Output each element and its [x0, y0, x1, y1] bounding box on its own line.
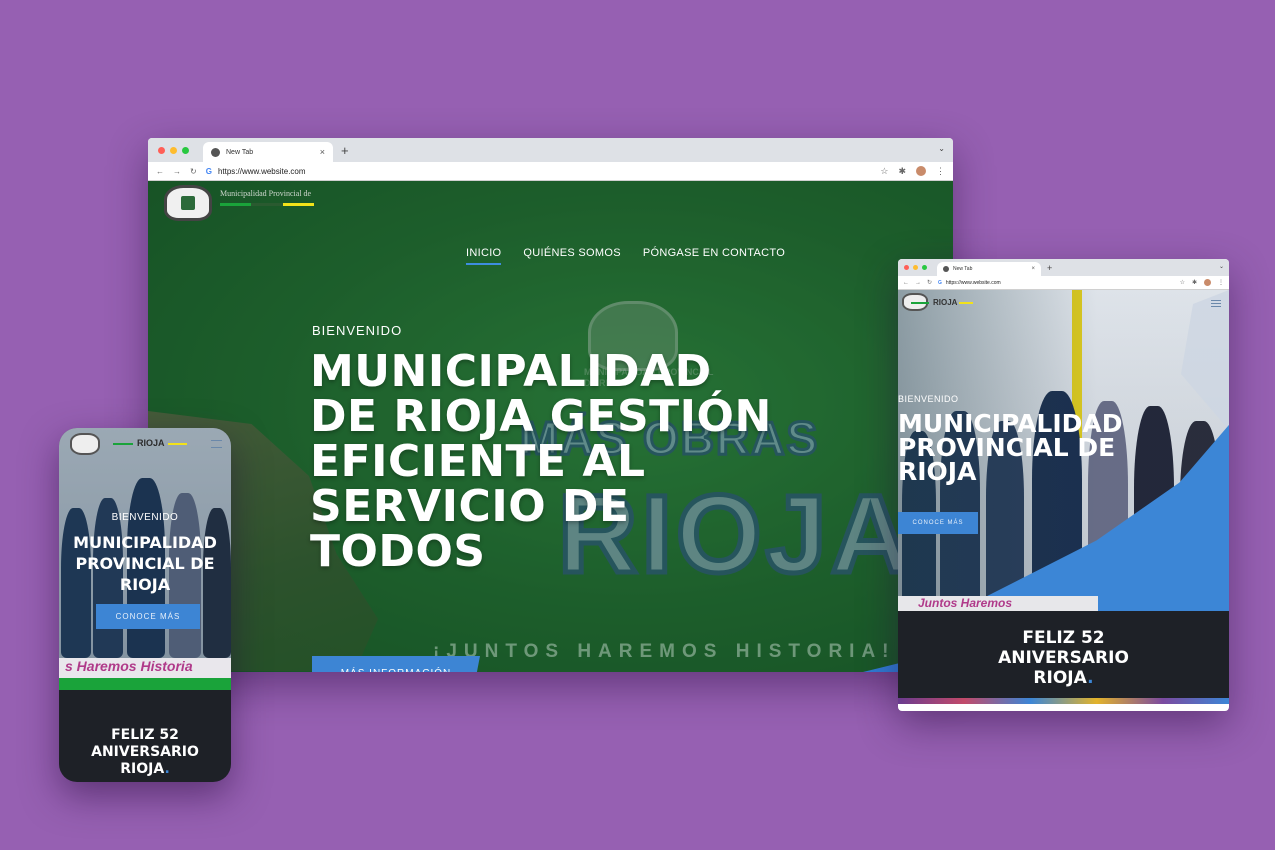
- site-logo[interactable]: [164, 185, 212, 221]
- desktop-browser-window: New Tab × + ⌄ ← → ↻ G https://www.websit…: [148, 138, 953, 672]
- learn-more-button[interactable]: CONOCE MÁS: [898, 512, 978, 534]
- url-field[interactable]: G https://www.website.com: [938, 280, 1001, 286]
- google-icon: G: [938, 279, 942, 286]
- back-arrow-icon[interactable]: ←: [156, 167, 164, 176]
- url-field[interactable]: G https://www.website.com: [206, 167, 306, 176]
- minimize-window-button[interactable]: [170, 146, 177, 154]
- tab-title: New Tab: [953, 266, 973, 272]
- brand-text: RIOJA: [113, 438, 186, 448]
- url-text: https://www.website.com: [945, 279, 1001, 286]
- forward-arrow-icon[interactable]: →: [173, 167, 181, 176]
- logo-text: Municipalidad Provincial de: [220, 189, 312, 198]
- learn-more-button[interactable]: CONOCE MÁS: [96, 604, 200, 629]
- anniversary-dot: .: [1087, 667, 1094, 688]
- tablet-browser-window: New Tab × + ⌄ ← → ↻ G https://www.websit…: [898, 259, 1229, 711]
- back-arrow-icon[interactable]: ←: [903, 280, 909, 286]
- browser-tab[interactable]: New Tab ×: [203, 142, 333, 162]
- profile-icon[interactable]: [1204, 279, 1211, 286]
- nav-item-contacto[interactable]: PÓNGASE EN CONTACTO: [643, 247, 785, 265]
- forward-arrow-icon[interactable]: →: [915, 280, 921, 286]
- anniversary-section: FELIZ 52 ANIVERSARIO RIOJA.: [59, 690, 231, 782]
- phone-mockup: RIOJA BIENVENIDO MUNICIPALIDAD PROVINCIA…: [59, 428, 231, 782]
- hero-title: MUNICIPALIDAD PROVINCIAL DE RIOJA: [73, 533, 217, 594]
- green-band: [59, 678, 231, 690]
- logo-color-bar: [220, 203, 314, 206]
- anniversary-dot: .: [164, 761, 170, 777]
- anniversary-section: FELIZ 52 ANIVERSARIO RIOJA.: [898, 611, 1229, 704]
- extensions-icon[interactable]: ✱: [898, 166, 906, 177]
- globe-icon: [943, 266, 949, 272]
- tab-close-icon[interactable]: ×: [320, 147, 325, 157]
- hero-kicker: BIENVENIDO: [111, 512, 179, 523]
- anniversary-line-1: FELIZ 52: [111, 727, 179, 743]
- maximize-window-button[interactable]: [922, 265, 927, 270]
- anniversary-line-2: ANIVERSARIO: [998, 647, 1129, 668]
- anniversary-heading: FELIZ 52 ANIVERSARIO RIOJA.: [998, 628, 1129, 688]
- main-nav: INICIO QUIÉNES SOMOS PÓNGASE EN CONTACTO: [466, 247, 785, 265]
- window-controls: [158, 146, 189, 154]
- tab-close-icon[interactable]: ×: [1031, 266, 1035, 272]
- browser-toolbar-right: ☆ ✱ ⋮: [880, 166, 945, 177]
- slogan-strip: s Haremos Historia: [59, 658, 231, 678]
- minimize-window-button[interactable]: [913, 265, 918, 270]
- more-info-button[interactable]: MÁS INFORMACIÓN: [312, 656, 480, 672]
- more-menu-icon[interactable]: ⋮: [936, 166, 945, 177]
- nav-item-inicio[interactable]: INICIO: [466, 247, 502, 265]
- tab-title: New Tab: [226, 148, 254, 156]
- address-bar: ← → ↻ G https://www.website.com ☆ ✱ ⋮: [148, 162, 953, 181]
- brand-text: RIOJA: [910, 298, 975, 307]
- browser-tab-bar: New Tab × + ⌄: [898, 259, 1229, 276]
- hero-kicker: BIENVENIDO: [312, 323, 403, 338]
- anniversary-heading: FELIZ 52 ANIVERSARIO RIOJA.: [91, 727, 199, 778]
- hero-title: MUNICIPALIDAD DE RIOJA GESTIÓN EFICIENTE…: [310, 346, 772, 577]
- slogan-strip: Juntos Haremos: [898, 596, 1098, 611]
- nav-item-quienes-somos[interactable]: QUIÉNES SOMOS: [523, 247, 620, 265]
- browser-toolbar-right: ☆ ✱ ⋮: [1180, 279, 1224, 286]
- url-text: https://www.website.com: [217, 166, 306, 176]
- anniversary-line-3: RIOJA: [1033, 667, 1088, 688]
- tab-search-icon[interactable]: ⌄: [1219, 263, 1224, 270]
- phone-hero: RIOJA BIENVENIDO MUNICIPALIDAD PROVINCIA…: [59, 428, 231, 690]
- google-icon: G: [205, 166, 212, 176]
- site-logo[interactable]: [70, 433, 100, 455]
- tab-search-icon[interactable]: ⌄: [938, 144, 945, 153]
- close-window-button[interactable]: [904, 265, 909, 270]
- photo-strip: [898, 698, 1229, 704]
- browser-tab-bar: New Tab × + ⌄: [148, 138, 953, 162]
- reload-icon[interactable]: ↻: [927, 279, 932, 286]
- hero-title: MUNICIPALIDAD PROVINCIAL DE RIOJA: [898, 409, 1123, 486]
- profile-icon[interactable]: [916, 166, 926, 176]
- maximize-window-button[interactable]: [182, 146, 189, 154]
- more-menu-icon[interactable]: ⋮: [1218, 279, 1224, 286]
- reload-icon[interactable]: ↻: [190, 167, 197, 176]
- hero-section: MUNICIPALIDAD PROVINCIAL DE RIOJA MÁS OB…: [148, 181, 953, 672]
- browser-tab[interactable]: New Tab ×: [937, 262, 1041, 276]
- new-tab-button[interactable]: +: [341, 143, 349, 158]
- star-icon[interactable]: ☆: [1180, 279, 1185, 286]
- anniversary-line-3: RIOJA: [120, 761, 165, 777]
- star-icon[interactable]: ☆: [880, 166, 888, 177]
- hamburger-menu-icon[interactable]: [1211, 300, 1221, 307]
- new-tab-button[interactable]: +: [1047, 263, 1052, 273]
- anniversary-line-1: FELIZ 52: [1022, 627, 1105, 648]
- close-window-button[interactable]: [158, 146, 165, 154]
- hero-kicker: BIENVENIDO: [898, 394, 959, 404]
- anniversary-line-2: ANIVERSARIO: [91, 744, 199, 760]
- hamburger-menu-icon[interactable]: [211, 440, 222, 448]
- globe-icon: [211, 147, 220, 157]
- address-bar: ← → ↻ G https://www.website.com ☆ ✱ ⋮: [898, 276, 1229, 290]
- window-controls: [904, 265, 927, 270]
- extensions-icon[interactable]: ✱: [1192, 279, 1197, 286]
- tablet-hero: RIOJA BIENVENIDO MUNICIPALIDAD PROVINCIA…: [898, 290, 1229, 611]
